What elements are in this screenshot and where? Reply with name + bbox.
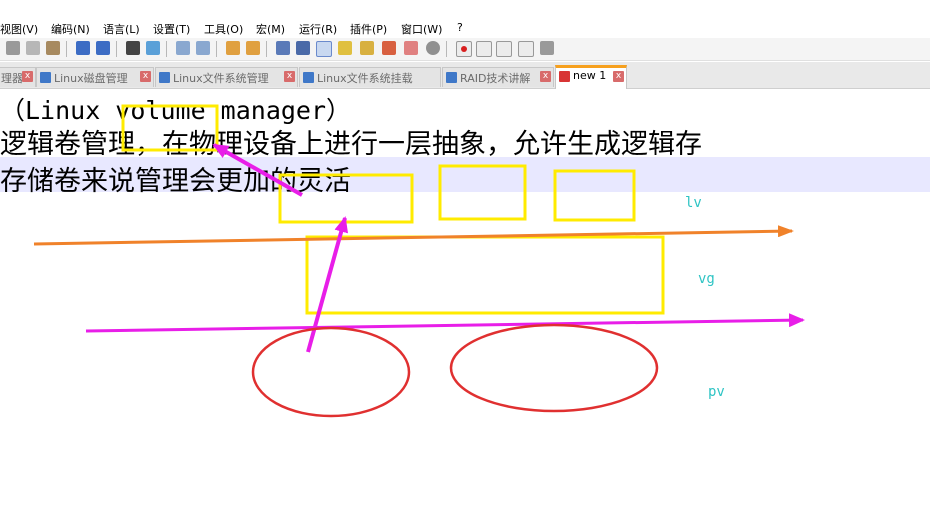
lv-highlight-box-small xyxy=(121,104,219,152)
lv-box-1 xyxy=(278,173,414,224)
pv-ellipse-1 xyxy=(251,326,411,418)
vg-label: vg xyxy=(698,271,715,287)
annotation-overlay: lv vg pv xyxy=(33,104,805,418)
vg-box xyxy=(305,235,665,315)
lv-box-2 xyxy=(438,164,527,221)
pv-label: pv xyxy=(708,384,725,400)
lv-label: lv xyxy=(685,195,702,211)
pv-ellipse-2 xyxy=(449,323,659,413)
lv-box-3 xyxy=(553,169,636,222)
orange-arrow xyxy=(33,225,794,246)
magenta-arrow-horizontal xyxy=(85,313,805,333)
magenta-arrow-diagonal xyxy=(212,143,303,197)
